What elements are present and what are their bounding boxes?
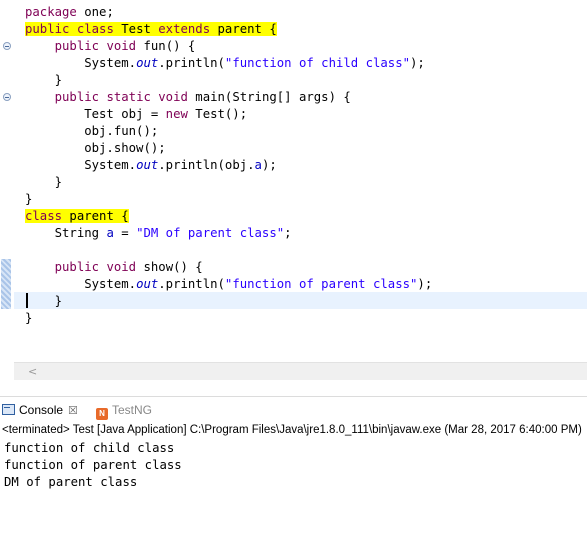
code-line[interactable]: package one; (25, 4, 432, 21)
code-line[interactable]: public void fun() { (25, 38, 432, 55)
code-line[interactable]: System.out.println("function of parent c… (25, 276, 432, 293)
code-line[interactable]: public class Test extends parent { (25, 21, 432, 38)
fold-toggle-icon[interactable] (3, 93, 11, 101)
tab-testng-label: TestNG (112, 403, 153, 417)
console-output-line: DM of parent class (4, 475, 138, 489)
code-line[interactable]: } (25, 72, 432, 89)
code-line[interactable]: } (25, 293, 432, 310)
fold-toggle-icon[interactable] (3, 42, 11, 50)
console-output[interactable]: function of child class function of paren… (4, 440, 182, 491)
console-tab-bar: Console ☒ N TestNG (0, 396, 587, 423)
close-icon[interactable]: ☒ (68, 405, 78, 417)
code-line[interactable] (25, 242, 432, 259)
code-line[interactable]: String a = "DM of parent class"; (25, 225, 432, 242)
change-marker (1, 259, 11, 309)
code-line[interactable]: obj.fun(); (25, 123, 432, 140)
code-editor[interactable]: package one; public class Test extends pa… (0, 0, 587, 362)
horizontal-scrollbar[interactable]: < (14, 362, 587, 380)
code-line[interactable]: } (25, 310, 432, 327)
code-line[interactable]: } (25, 191, 432, 208)
code-text[interactable]: package one; public class Test extends pa… (25, 4, 432, 327)
code-line[interactable]: public static void main(String[] args) { (25, 89, 432, 106)
code-line[interactable]: class parent { (25, 208, 432, 225)
chevron-left-icon[interactable]: < (28, 363, 37, 380)
testng-icon: N (96, 408, 108, 420)
console-output-line: function of child class (4, 441, 175, 455)
code-line[interactable]: System.out.println(obj.a); (25, 157, 432, 174)
console-output-line: function of parent class (4, 458, 182, 472)
code-line[interactable]: System.out.println("function of child cl… (25, 55, 432, 72)
code-line[interactable]: } (25, 174, 432, 191)
editor-ruler (0, 0, 14, 362)
code-line[interactable]: public void show() { (25, 259, 432, 276)
console-status-header: <terminated> Test [Java Application] C:\… (2, 424, 582, 436)
highlighted-declaration: class parent { (25, 209, 129, 223)
code-line[interactable]: Test obj = new Test(); (25, 106, 432, 123)
console-icon (2, 404, 15, 415)
code-line[interactable]: obj.show(); (25, 140, 432, 157)
tab-testng[interactable]: N TestNG (96, 397, 152, 423)
tab-console[interactable]: Console ☒ (2, 397, 78, 423)
tab-console-label: Console (19, 403, 64, 417)
highlighted-declaration: public class Test extends parent { (25, 22, 277, 36)
